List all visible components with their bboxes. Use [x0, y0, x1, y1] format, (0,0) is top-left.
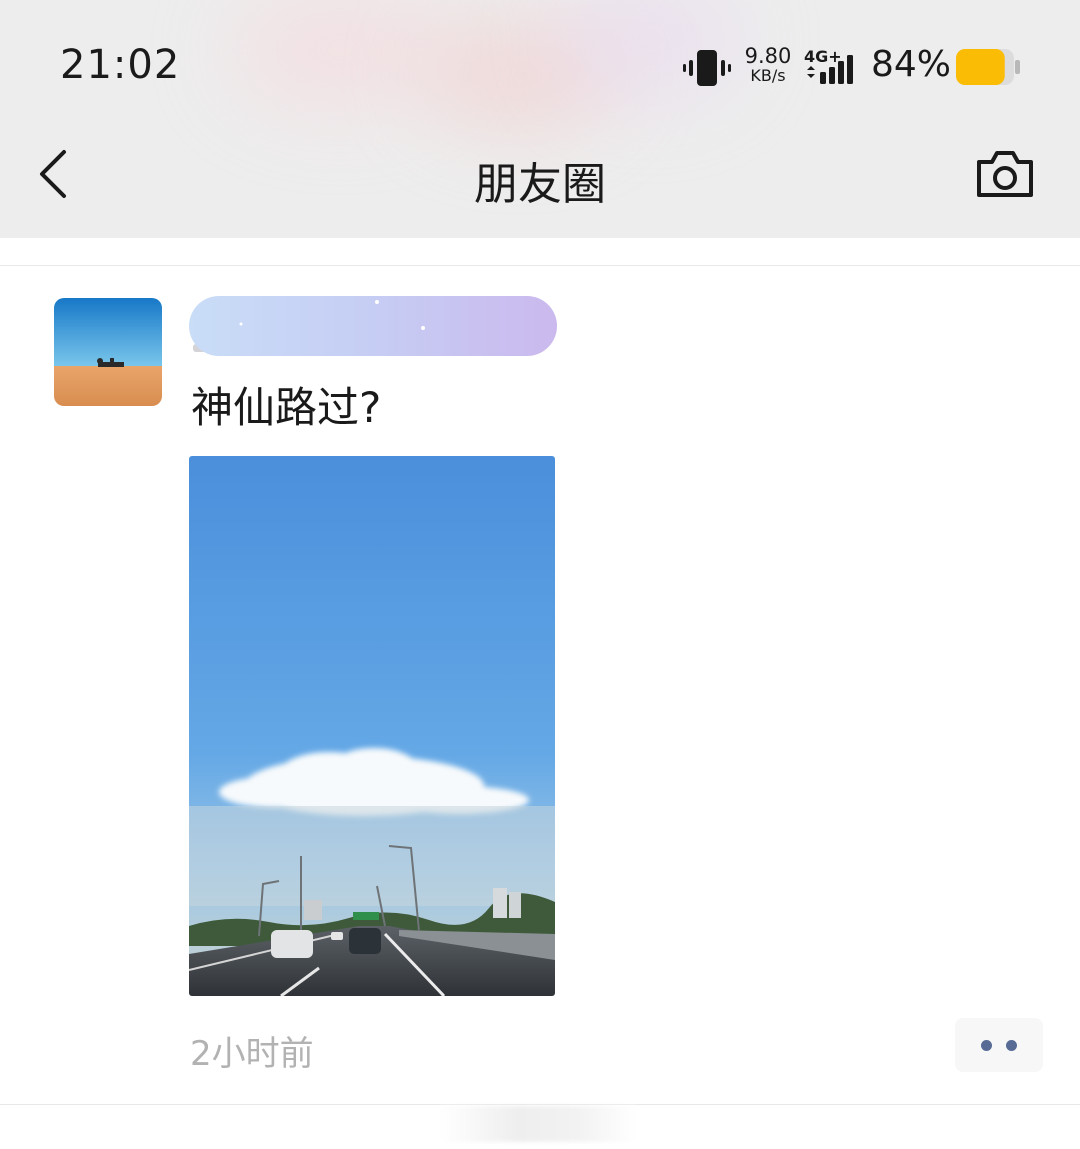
network-speed-value: 9.80 [744, 44, 792, 68]
top-bar: 21:02 9.80 KB/s 4G+ 84% 朋友圈 [0, 0, 1080, 238]
network-type-label: 4G+ [804, 47, 842, 66]
camera-icon[interactable] [974, 148, 1036, 200]
network-speed: 9.80 KB/s [744, 46, 792, 84]
battery-icon [956, 49, 1020, 85]
more-dots-icon [1006, 1040, 1017, 1051]
network-speed-unit: KB/s [750, 66, 786, 85]
chevron-left-icon[interactable] [34, 146, 74, 202]
moments-screen: 21:02 9.80 KB/s 4G+ 84% 朋友圈 神仙路过? 2小时前 [0, 0, 1080, 1149]
post-timestamp: 2小时前 [190, 1034, 314, 1074]
page-title: 朋友圈 [474, 159, 606, 210]
author-name-redacted[interactable] [189, 286, 557, 358]
avatar[interactable] [54, 298, 162, 406]
next-post-preview [440, 1106, 636, 1142]
battery-percent: 84% [871, 44, 952, 85]
vibrate-icon [683, 50, 731, 86]
avatar-desert-image [54, 298, 162, 406]
more-actions-button[interactable] [955, 1018, 1043, 1072]
divider [0, 1104, 1080, 1105]
more-dots-icon [981, 1040, 992, 1051]
signal-icon: 4G+ [804, 47, 853, 84]
sky-road-photo [189, 456, 555, 996]
divider [0, 265, 1080, 266]
post-image[interactable] [189, 456, 555, 996]
status-time: 21:02 [60, 42, 181, 88]
post-text: 神仙路过? [191, 383, 382, 432]
